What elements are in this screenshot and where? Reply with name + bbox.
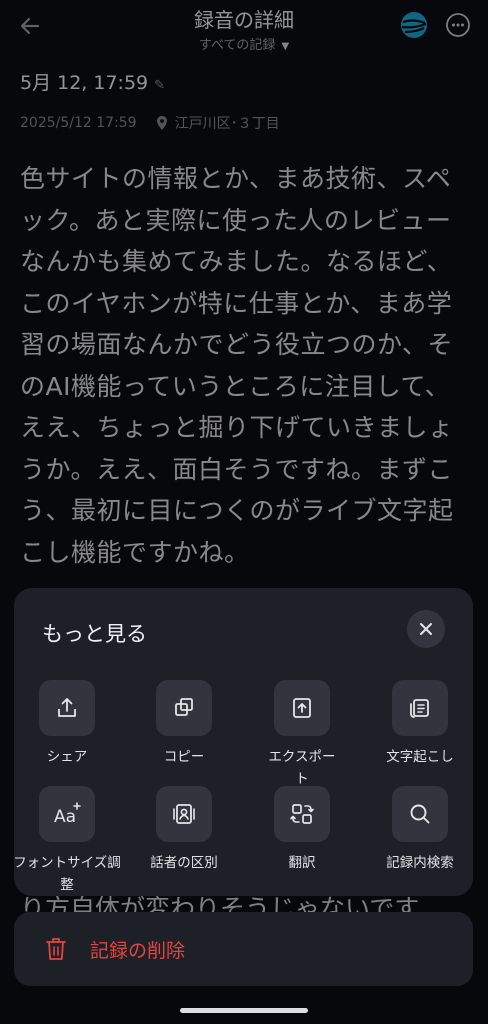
delete-record-label: 記録の削除 [90, 940, 186, 962]
translate-icon [290, 804, 314, 824]
home-indicator[interactable] [180, 1008, 308, 1013]
font-size-tile[interactable]: Aa [39, 786, 95, 842]
speaker-label: 話者の区別 [150, 855, 218, 871]
font-size-action[interactable]: Aa フォントサイズ調整 [8, 786, 126, 896]
close-icon [420, 623, 432, 635]
export-label: エクスポート [268, 749, 336, 787]
copy-label: コピー [163, 749, 205, 765]
font-size-icon: Aa [54, 802, 81, 827]
svg-text:Aa: Aa [54, 807, 76, 827]
speaker-icon [173, 804, 195, 824]
export-icon [293, 698, 311, 718]
export-tile[interactable] [274, 680, 330, 736]
more-options-sheet: もっと見る シェア コピー エクスポート 文字起こし Aa フォントサイズ調整 … [13, 588, 473, 896]
export-action[interactable]: エクスポート [243, 680, 361, 790]
copy-tile[interactable] [156, 680, 212, 736]
share-label: シェア [46, 749, 88, 765]
sheet-title: もっと見る [42, 622, 147, 646]
transcribe-action[interactable]: 文字起こし [361, 680, 479, 768]
translate-label: 翻訳 [288, 855, 316, 871]
translate-action[interactable]: 翻訳 [243, 786, 361, 874]
translate-tile[interactable] [274, 786, 330, 842]
share-icon [58, 698, 76, 717]
copy-icon [175, 698, 193, 716]
close-button[interactable] [407, 610, 445, 648]
speaker-action[interactable]: 話者の区別 [125, 786, 243, 874]
speaker-tile[interactable] [156, 786, 212, 842]
copy-action[interactable]: コピー [125, 680, 243, 768]
transcribe-label: 文字起こし [386, 749, 454, 765]
search-tile[interactable] [392, 786, 448, 842]
delete-record-button[interactable]: 記録の削除 [14, 912, 473, 986]
font-size-label: フォントサイズ調整 [13, 855, 121, 893]
share-action[interactable]: シェア [8, 680, 126, 768]
trash-icon [46, 938, 66, 960]
share-tile[interactable] [39, 680, 95, 736]
transcribe-tile[interactable] [392, 680, 448, 736]
search-action[interactable]: 記録内検索 [361, 786, 479, 874]
transcribe-icon [410, 699, 429, 718]
search-label: 記録内検索 [386, 855, 454, 871]
search-icon [410, 804, 430, 824]
